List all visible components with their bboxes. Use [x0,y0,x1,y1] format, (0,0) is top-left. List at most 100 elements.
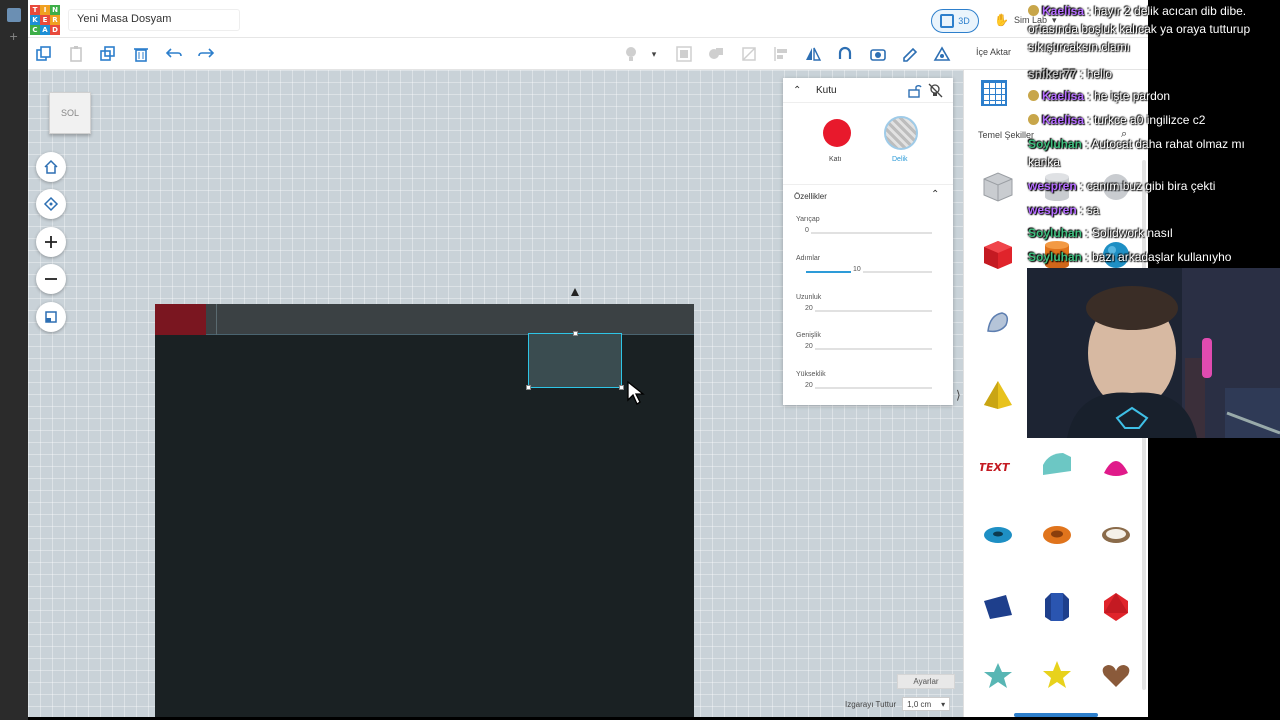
property-value[interactable]: 10 [851,266,863,273]
chat-text: : Solidwork nasıl [1082,226,1173,240]
fit-view-button[interactable] [36,189,66,219]
selected-box-hole[interactable] [526,331,624,390]
align-button[interactable] [770,44,792,64]
dark-base-shape[interactable] [155,288,694,717]
align-icon [774,47,787,61]
zoom-in-button[interactable] [36,227,66,257]
minus-icon [45,278,57,280]
screen: + T I N K E R C A D Yeni Masa Dosyam 3D … [0,0,1280,720]
property-slider[interactable]: Adımlar 10 [796,255,936,289]
resize-handle[interactable] [619,385,624,390]
shape-star-yellow[interactable] [1037,655,1077,695]
shape-text[interactable]: TEXT [978,445,1018,485]
property-value[interactable]: 20 [803,343,815,350]
red-shape[interactable] [155,304,206,335]
shape-polygon[interactable] [1037,587,1077,627]
shape-scribble[interactable] [978,303,1018,343]
shape-icosahedron[interactable] [1096,587,1136,627]
shape-inspector: ⌃ Kutu Katı Delik Özellikler ⌃ Yarıçap 0 A… [783,78,953,405]
chat-message: wespren : canım buz gibi bira çekti [1028,177,1280,195]
shape-ring[interactable] [1096,515,1136,555]
property-value[interactable]: 0 [803,227,811,234]
ungroup-button[interactable] [705,44,727,64]
shape-category-select[interactable]: Temel Şekiller [978,130,1034,140]
redo-button[interactable] [195,44,217,64]
properties-header[interactable]: Özellikler ⌃ [783,185,953,207]
collapse-chevron-icon[interactable]: ⌃ [931,189,939,200]
resize-handle[interactable] [526,385,531,390]
light-toggle-button[interactable] [620,44,642,64]
inspector-title: Kutu [816,85,837,96]
shape-pyramid[interactable] [978,375,1018,415]
mirror-button[interactable] [802,44,824,64]
shape-tube[interactable] [1037,515,1077,555]
group-button[interactable] [673,44,695,64]
shape-box-hole[interactable] [978,167,1018,207]
duplicate-button[interactable] [97,44,119,64]
zoom-out-button[interactable] [36,264,66,294]
snap-grid-select[interactable]: 1,0 cm ▾ [902,697,951,711]
chevron-down-icon: ▾ [941,699,946,709]
chat-text: : hello [1076,67,1113,81]
view-fit-button[interactable] [867,44,889,64]
shape-wedge[interactable] [978,587,1018,627]
shape-paraboloid[interactable] [1096,445,1136,485]
slider-track[interactable] [806,348,932,350]
undo-button[interactable] [163,44,185,64]
hole-label: Delik [892,156,908,163]
light-dropdown-button[interactable]: ▾ [647,44,661,64]
property-slider[interactable]: Uzunluk 20 [796,294,936,328]
flip-cut-button[interactable] [738,44,760,64]
slice-icon [742,47,756,61]
notes-button[interactable] [899,44,921,64]
app-launcher-icon[interactable] [7,8,21,22]
slider-track[interactable] [806,310,932,312]
chat-username: Soyluhan [1028,137,1083,151]
webcam-feed [1027,268,1280,438]
property-slider[interactable]: Genişlik 20 [796,332,936,366]
projection-toggle-button[interactable] [36,302,66,332]
property-slider[interactable]: Yarıçap 0 [796,216,936,250]
home-view-button[interactable] [36,152,66,182]
copy-button[interactable] [33,44,55,64]
panel-expand-chevron-icon[interactable]: ⟩ [956,388,961,402]
slider-track[interactable] [806,232,932,234]
workplane-grid-icon[interactable] [981,80,1007,106]
paste-button[interactable] [65,44,87,64]
pencil-icon [903,47,918,62]
hide-light-icon[interactable] [928,83,943,103]
shape-round-roof[interactable] [1037,445,1077,485]
mode-3d-button[interactable]: 3D [931,9,979,33]
view-cube[interactable]: SOL [49,92,91,134]
chevron-down-icon: ▾ [651,48,657,59]
lift-arrow-handle[interactable] [571,288,579,296]
collapse-chevron-icon[interactable]: ⌃ [793,85,801,96]
chat-message: wespren : sa [1028,201,1280,219]
shape-star[interactable] [978,655,1018,695]
edit-toolbar: ▾ İçe Aktar [28,38,1148,70]
tinkercad-logo[interactable]: T I N K E R C A D [30,5,60,35]
snap-grid-control: Izgarayı Tuttur 1,0 cm ▾ [845,697,951,711]
document-title-input[interactable]: Yeni Masa Dosyam [68,9,240,31]
ruler-button[interactable] [931,44,953,64]
unlock-icon[interactable] [907,83,922,103]
shape-heart[interactable] [1096,655,1136,695]
hole-swatch[interactable] [884,116,918,150]
delete-button[interactable] [130,44,152,64]
mouse-cursor-icon [627,380,645,405]
polygon-icon [1045,593,1069,621]
property-slider[interactable]: Yükseklik 20 [796,371,936,405]
box-hole-icon [983,172,1013,202]
chat-text: : bazı arkadaşlar kullanıyho [1082,250,1232,264]
import-button[interactable]: İçe Aktar [976,47,1011,57]
property-value[interactable]: 20 [803,305,815,312]
shape-box[interactable] [978,235,1018,275]
property-value[interactable]: 20 [803,382,815,389]
solid-color-swatch[interactable] [823,119,851,147]
settings-button[interactable]: Ayarlar [897,674,955,689]
slider-track[interactable] [806,387,932,389]
shape-torus[interactable] [978,515,1018,555]
cruise-button[interactable] [834,44,856,64]
add-icon[interactable]: + [9,30,18,43]
resize-handle[interactable] [573,331,578,336]
